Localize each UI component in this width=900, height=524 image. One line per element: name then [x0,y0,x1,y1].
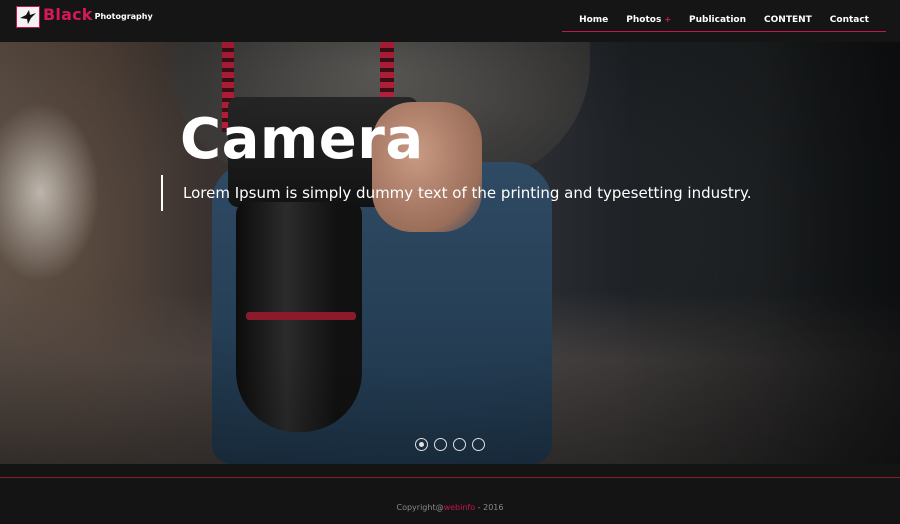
slider-dot-2[interactable] [434,438,447,451]
site-footer: Copyright@webinfo - 2016 [0,464,900,524]
slider-dot-1[interactable] [415,438,428,451]
nav-item-label: CONTENT [764,14,812,25]
nav-item-label: Contact [829,14,869,25]
brand-word-secondary: Photography [94,12,153,21]
swallow-bird-icon [16,6,40,28]
hero-title: Camera [180,107,424,172]
slider-dot-4[interactable] [472,438,485,451]
site-header: Black Photography Home Photos + Publicati… [0,0,900,42]
brand-word-primary: Black [43,5,93,24]
brand-logo[interactable]: Black Photography [16,6,153,30]
hero-caption: Lorem Ipsum is simply dummy text of the … [161,175,751,211]
copyright-suffix: - 2016 [475,503,504,512]
slider-dot-3[interactable] [453,438,466,451]
main-nav: Home Photos + Publication CONTENT Contact [562,8,886,32]
nav-item-publication[interactable]: Publication [680,10,755,30]
nav-item-label: Home [579,14,609,25]
hero-slider: Camera Lorem Ipsum is simply dummy text … [0,42,900,464]
nav-item-contact[interactable]: Contact [821,10,878,30]
copyright-prefix: Copyright@ [396,503,444,512]
photo-vignette [0,42,900,464]
copyright-text: Copyright@webinfo - 2016 [0,503,900,512]
nav-item-label: Photos [626,14,662,25]
nav-item-home[interactable]: Home [570,10,617,30]
nav-item-content[interactable]: CONTENT [755,10,821,30]
slider-pagination [415,438,485,451]
nav-item-label: Publication [689,14,747,25]
plus-icon: + [664,14,672,24]
nav-item-photos[interactable]: Photos + [617,10,680,30]
footer-divider [0,477,900,478]
copyright-link[interactable]: webinfo [444,503,476,512]
